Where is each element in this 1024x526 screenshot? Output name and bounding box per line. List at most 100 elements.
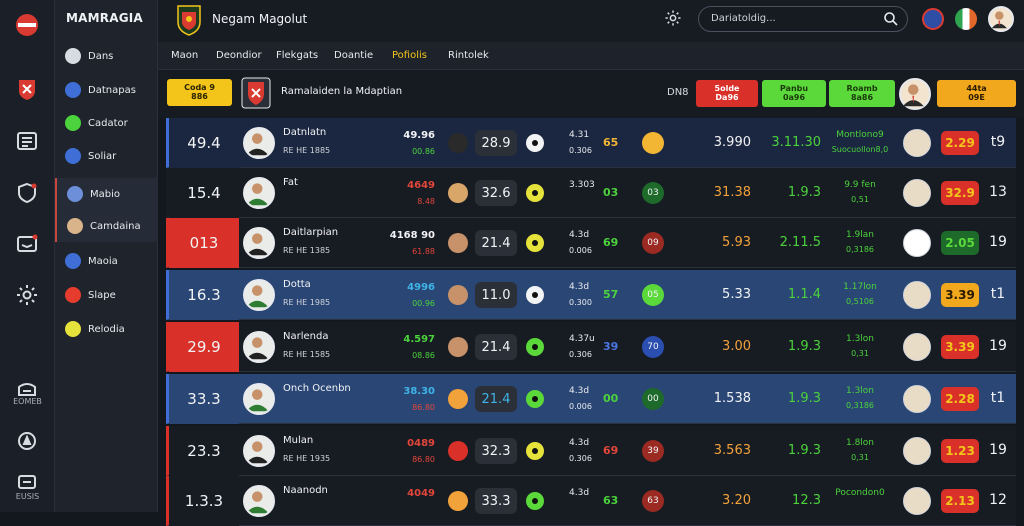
- search-box[interactable]: Dariatoldig...: [698, 6, 908, 32]
- player-name[interactable]: Mulan: [283, 435, 313, 446]
- stat-circle[interactable]: 39: [642, 440, 664, 462]
- settings-gear-icon[interactable]: [664, 9, 682, 27]
- sidebar-item-0[interactable]: Dans: [55, 40, 158, 72]
- stat-box[interactable]: 32.3: [475, 438, 517, 464]
- player-avatar-icon[interactable]: [243, 177, 275, 209]
- rating-pill[interactable]: 2.13: [941, 489, 979, 513]
- stat-secondary: 4.3d: [569, 386, 590, 396]
- tab-3[interactable]: Doantie: [334, 50, 373, 61]
- stat-secondary-value: 65: [603, 136, 619, 149]
- rating-pill[interactable]: 3.39: [941, 335, 979, 359]
- player-avatar-icon[interactable]: [243, 383, 275, 415]
- table-row[interactable]: 15.4 Fat 4649 8.48 32.6 3.303 03 03 31.3…: [166, 168, 1016, 218]
- player-name[interactable]: Naanodn: [283, 485, 328, 496]
- stat-circle[interactable]: 03: [642, 182, 664, 204]
- player-name[interactable]: Narlenda: [283, 331, 328, 342]
- flag-icon[interactable]: [922, 8, 944, 30]
- stat-box[interactable]: 33.3: [475, 488, 517, 514]
- tab-5[interactable]: Rintolek: [448, 50, 489, 61]
- player-name[interactable]: Daitlarpian: [283, 227, 338, 238]
- sidebar-item-5[interactable]: Camdaina: [55, 210, 158, 242]
- globe-icon: [65, 253, 81, 269]
- sidebar-item-2[interactable]: Cadator: [55, 107, 158, 139]
- stat-box[interactable]: 28.9: [475, 130, 517, 156]
- player-name[interactable]: Datnlatn: [283, 127, 326, 138]
- sidebar-item-1[interactable]: Datnapas: [55, 74, 158, 106]
- player-avatar-icon[interactable]: [243, 435, 275, 467]
- coach-avatar-icon[interactable]: [903, 129, 931, 157]
- header-pill-yellow[interactable]: Coda 9 886: [167, 79, 232, 106]
- country-flag-icon[interactable]: [955, 8, 977, 30]
- player-avatar-icon[interactable]: [243, 485, 275, 517]
- sidebar-item-7[interactable]: Slape: [55, 279, 158, 311]
- coach-avatar-icon[interactable]: [903, 281, 931, 309]
- sidebar-item-3[interactable]: Soliar: [55, 140, 158, 172]
- search-icon[interactable]: [883, 11, 899, 27]
- stat-box[interactable]: 21.4: [475, 386, 517, 412]
- player-avatar-icon[interactable]: [243, 127, 275, 159]
- row-rank: 16.3: [169, 270, 239, 320]
- stat-box[interactable]: 21.4: [475, 230, 517, 256]
- stat-box[interactable]: 11.0: [475, 282, 517, 308]
- header-pill-orange[interactable]: 44ta 09E: [937, 80, 1016, 107]
- player-avatar-icon[interactable]: [243, 227, 275, 259]
- rating-pill[interactable]: 2.29: [941, 131, 979, 155]
- football-icon[interactable]: [903, 229, 931, 257]
- home-flag-icon[interactable]: [10, 8, 44, 42]
- rating-pill[interactable]: 3.39: [941, 283, 979, 307]
- rating-pill[interactable]: 2.28: [941, 387, 979, 411]
- globe-icon: [65, 82, 81, 98]
- coach-avatar-icon[interactable]: [903, 437, 931, 465]
- coach-avatar-icon[interactable]: [903, 487, 931, 515]
- table-row[interactable]: 23.3 Mulan RE HE 1935 0489 86.80 32.3 4.…: [166, 426, 1016, 476]
- table-row[interactable]: 16.3 Dotta RE HE 1985 4996 00.96 11.0 4.…: [166, 270, 1016, 320]
- sidebar-item-label: Cadator: [88, 117, 128, 129]
- shield-icon[interactable]: [10, 176, 44, 210]
- coach-avatar-icon[interactable]: [903, 333, 931, 361]
- inbox-icon[interactable]: [10, 226, 44, 260]
- table-row[interactable]: 013 Daitlarpian RE HE 1385 4168 90 61.88…: [166, 218, 1016, 268]
- table-row[interactable]: 1.3.3 Naanodn 4049 33.3 4.3d 63 63 3.20 …: [166, 476, 1016, 526]
- stat-box[interactable]: 21.4: [475, 334, 517, 360]
- player-name[interactable]: Fat: [283, 177, 298, 188]
- rating-pill[interactable]: 2.05: [941, 231, 979, 255]
- coach-avatar-icon[interactable]: [903, 385, 931, 413]
- stat-circle[interactable]: 09: [642, 232, 664, 254]
- tab-0[interactable]: Maon: [171, 50, 198, 61]
- stat-value-4: 1.9.3: [787, 185, 821, 200]
- table-row[interactable]: 33.3 Onch Ocenbn 38.30 86.80 21.4 4.3d 0…: [166, 374, 1016, 424]
- player-avatar-icon[interactable]: [243, 331, 275, 363]
- stat-circle[interactable]: 00: [642, 388, 664, 410]
- search-input[interactable]: Dariatoldig...: [711, 13, 776, 24]
- player-name[interactable]: Onch Ocenbn: [283, 383, 351, 394]
- rating-pill[interactable]: 32.9: [941, 181, 979, 205]
- header-pill-red[interactable]: 5olde Da96: [696, 80, 758, 107]
- list-icon[interactable]: [10, 124, 44, 158]
- stat-value-4: 12.3: [792, 493, 821, 508]
- user-avatar-icon[interactable]: [988, 6, 1014, 32]
- table-row[interactable]: 49.4 Datnlatn RE HE 1885 49.96 00.86 28.…: [166, 118, 1016, 168]
- header-pill-green-2[interactable]: Roamb 8a86: [829, 80, 895, 107]
- table-row[interactable]: 29.9 Narlenda RE HE 1585 4.597 08.86 21.…: [166, 322, 1016, 372]
- stat-circle[interactable]: 63: [642, 490, 664, 512]
- stat-circle[interactable]: 05: [642, 284, 664, 306]
- info-icon[interactable]: [10, 424, 44, 458]
- header-pill-green-1[interactable]: Panbu 0a96: [762, 80, 826, 107]
- stat-note: 1.17lon: [843, 282, 877, 292]
- gear-icon[interactable]: [10, 278, 44, 312]
- coach-avatar-icon[interactable]: [903, 179, 931, 207]
- club-crest-icon[interactable]: [10, 72, 44, 106]
- rating-pill[interactable]: 1.23: [941, 439, 979, 463]
- stat-secondary-sub: 0.006: [569, 402, 592, 411]
- tab-1[interactable]: Deondior: [216, 50, 262, 61]
- stat-circle[interactable]: [642, 132, 664, 154]
- player-avatar-icon[interactable]: [243, 279, 275, 311]
- sidebar-item-8[interactable]: Relodia: [55, 313, 158, 345]
- sidebar-item-6[interactable]: Maoia: [55, 245, 158, 277]
- sidebar-item-4[interactable]: Mabio: [55, 178, 158, 210]
- tab-2[interactable]: Flekgats: [276, 50, 318, 61]
- player-name[interactable]: Dotta: [283, 279, 311, 290]
- stat-circle[interactable]: 70: [642, 336, 664, 358]
- stat-box[interactable]: 32.6: [475, 180, 517, 206]
- tab-4[interactable]: Pofiolis: [392, 50, 427, 61]
